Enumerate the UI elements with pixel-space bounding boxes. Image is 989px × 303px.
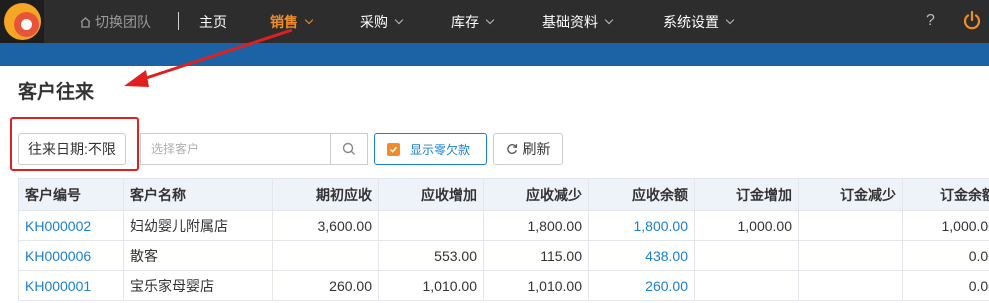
team-switch-icon (80, 16, 91, 28)
nav-purchase-label: 采购 (360, 14, 388, 30)
table-cell: 260.00 (272, 270, 379, 301)
nav-basic-data-label: 基础资料 (542, 14, 598, 30)
nav-inventory-label: 库存 (451, 14, 479, 30)
table-cell: 1,800.00 (483, 210, 589, 241)
table-cell: 1,000.00 (902, 210, 989, 241)
customer-ledger-table: 客户编号 客户名称 期初应收 应收增加 应收减少 应收余额 订金增加 订金减少 … (18, 178, 989, 301)
customer-code-link[interactable]: KH000001 (18, 270, 124, 301)
table-cell (272, 240, 379, 271)
logo-icon (4, 3, 41, 40)
customer-search-input[interactable] (140, 133, 331, 165)
customer-name-cell: 散客 (123, 240, 273, 271)
chevron-down-icon (394, 15, 404, 25)
refresh-button[interactable]: 刷新 (493, 133, 563, 165)
table-row[interactable]: KH000006 散客 553.00 115.00 438.00 0.00 (18, 240, 989, 271)
column-header[interactable]: 订金增加 (694, 178, 799, 211)
table-row[interactable]: KH000001 宝乐家母婴店 260.00 1,010.00 1,010.00… (18, 270, 989, 301)
nav-basic-data[interactable]: 基础资料 (542, 12, 614, 32)
power-icon[interactable] (962, 10, 982, 37)
receivable-balance-link[interactable]: 1,800.00 (588, 210, 695, 241)
nav-purchase[interactable]: 采购 (360, 12, 404, 32)
refresh-label: 刷新 (522, 141, 551, 157)
switch-team-button[interactable]: 切换团队 (79, 12, 151, 32)
checkbox-checked-icon[interactable] (387, 142, 400, 156)
table-cell (798, 210, 903, 241)
table-cell (798, 270, 903, 301)
table-cell: 115.00 (483, 240, 589, 271)
customer-code-link[interactable]: KH000006 (18, 240, 124, 271)
table-cell: 1,010.00 (483, 270, 589, 301)
table-cell: 0.00 (902, 240, 989, 271)
switch-team-label: 切换团队 (95, 14, 151, 30)
nav-system-settings[interactable]: 系统设置 (663, 12, 735, 32)
table-cell (798, 240, 903, 271)
column-header[interactable]: 应收减少 (483, 178, 589, 211)
refresh-icon (506, 144, 517, 154)
nav-divider (178, 12, 179, 30)
receivable-balance-link[interactable]: 438.00 (588, 240, 695, 271)
table-cell: 553.00 (378, 240, 484, 271)
table-cell: 3,600.00 (272, 210, 379, 241)
column-header[interactable]: 订金减少 (798, 178, 903, 211)
nav-home-label: 主页 (199, 14, 227, 30)
receivable-balance-link[interactable]: 260.00 (588, 270, 695, 301)
customer-code-link[interactable]: KH000002 (18, 210, 124, 241)
column-header[interactable]: 期初应收 (272, 178, 379, 211)
customer-name-cell: 妇幼婴儿附属店 (123, 210, 273, 241)
nav-sales[interactable]: 销售 (270, 12, 314, 32)
column-header[interactable]: 客户编号 (18, 178, 124, 211)
show-zero-debt-label: 显示零欠款 (410, 142, 471, 157)
help-icon[interactable]: ? (926, 12, 935, 30)
table-header-row: 客户编号 客户名称 期初应收 应收增加 应收减少 应收余额 订金增加 订金减少 … (18, 178, 989, 211)
show-zero-debt-toggle[interactable]: 显示零欠款 (374, 133, 487, 165)
annotation-box (10, 117, 139, 171)
table-cell: 0.00 (902, 270, 989, 301)
chevron-down-icon (485, 15, 495, 25)
chevron-down-icon (604, 15, 614, 25)
table-cell: 1,010.00 (378, 270, 484, 301)
search-icon (342, 142, 355, 155)
nav-sales-label: 销售 (270, 14, 298, 30)
page-title: 客户往来 (18, 82, 95, 103)
nav-inventory[interactable]: 库存 (451, 12, 495, 32)
table-cell (694, 240, 799, 271)
table-cell: 1,000.00 (694, 210, 799, 241)
column-header[interactable]: 订金余额 (902, 178, 989, 211)
search-button[interactable] (330, 133, 368, 165)
chevron-down-icon (725, 15, 735, 25)
top-navbar: 切换团队 主页 销售 采购 库存 基础资料 系统设置 ? (0, 0, 989, 43)
brand-bar (0, 43, 989, 66)
column-header[interactable]: 应收增加 (378, 178, 484, 211)
customer-name-cell: 宝乐家母婴店 (123, 270, 273, 301)
table-cell (694, 270, 799, 301)
table-cell (378, 210, 484, 241)
chevron-down-icon (304, 15, 314, 25)
column-header[interactable]: 客户名称 (123, 178, 273, 211)
table-row[interactable]: KH000002 妇幼婴儿附属店 3,600.00 1,800.00 1,800… (18, 210, 989, 241)
app-logo[interactable] (0, 0, 44, 43)
nav-system-settings-label: 系统设置 (663, 14, 719, 30)
column-header[interactable]: 应收余额 (588, 178, 695, 211)
nav-home[interactable]: 主页 (199, 12, 227, 32)
